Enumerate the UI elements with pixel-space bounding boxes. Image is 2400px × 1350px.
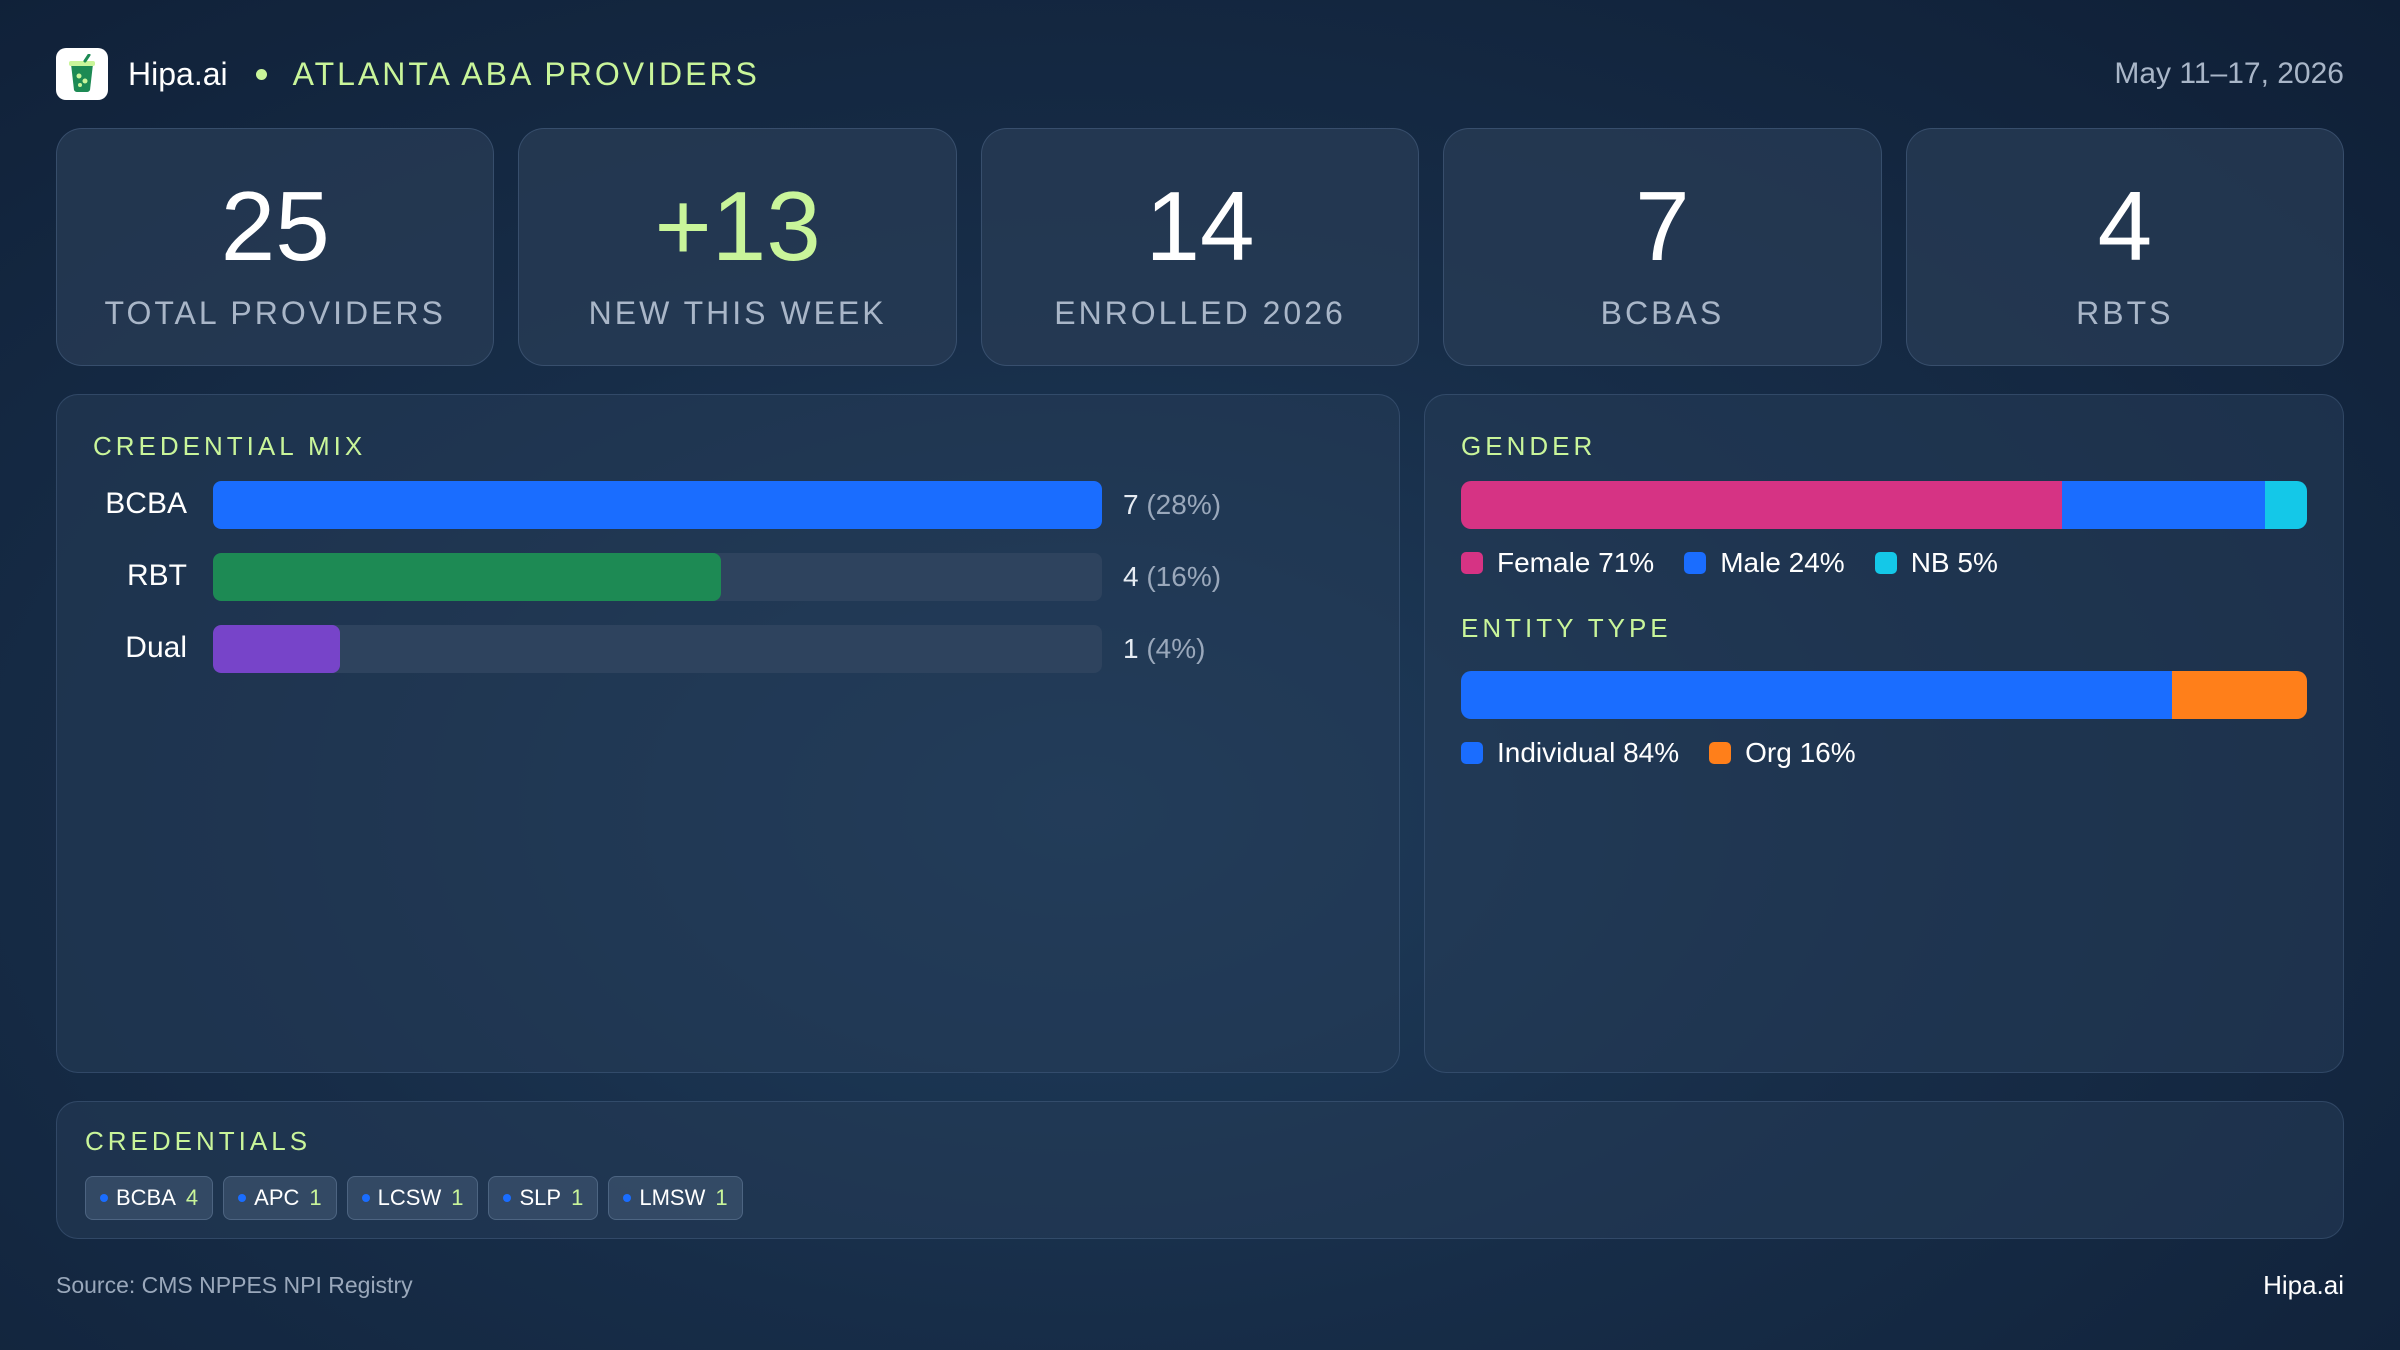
- credential-chips: BCBA 4 APC 1 LCSW 1 SLP 1 LMSW 1: [85, 1176, 743, 1220]
- credential-label: Dual: [125, 631, 187, 664]
- entity-legend: Individual 84% Org 16%: [1461, 737, 1886, 769]
- kpi-value: 14: [1145, 171, 1255, 281]
- credential-bar-track: [213, 553, 1102, 601]
- gender-title: GENDER: [1461, 431, 1597, 461]
- legend-label: Female 71%: [1497, 547, 1655, 578]
- legend-item-org: Org 16%: [1709, 737, 1856, 769]
- chip-dot: [100, 1194, 108, 1202]
- kpi-label: RBTS: [2076, 295, 2174, 331]
- credential-pct: (16%): [1146, 561, 1222, 592]
- date-range: May 11–17, 2026: [2114, 57, 2344, 90]
- credential-chip-apc[interactable]: APC 1: [223, 1176, 337, 1220]
- kpi-label: ENROLLED 2026: [1054, 295, 1346, 331]
- legend-item-male: Male 24%: [1684, 547, 1845, 579]
- credential-bar-track: [213, 625, 1102, 673]
- credential-count: 4: [1123, 561, 1139, 592]
- chip-dot: [503, 1194, 512, 1202]
- chip-name: LCSW: [377, 1185, 442, 1210]
- legend-item-female: Female 71%: [1461, 547, 1654, 579]
- chip-count: 1: [571, 1185, 584, 1210]
- chip-dot: [623, 1194, 632, 1202]
- credential-bar-track: [213, 481, 1102, 529]
- kpi-card-rbts: 4 RBTS: [1905, 128, 2345, 366]
- chip-name: APC: [254, 1185, 300, 1210]
- kpi-label: NEW THIS WEEK: [588, 295, 887, 331]
- chip-count: 1: [715, 1185, 728, 1210]
- legend-swatch: [1461, 552, 1483, 574]
- legend-swatch: [1874, 552, 1897, 574]
- legend-swatch: [1461, 742, 1483, 764]
- credential-value: 7 (28%): [1123, 489, 1221, 521]
- credential-chip-bcba[interactable]: BCBA 4: [85, 1176, 214, 1220]
- demographics-panel: GENDER Female 71% Male 24% NB 5% ENTITY …: [1424, 394, 2344, 1073]
- chip-name: LMSW: [639, 1185, 706, 1210]
- chip-dot: [361, 1194, 370, 1202]
- entity-segment-individual: [1461, 671, 2172, 719]
- kpi-value: +13: [654, 171, 821, 281]
- credential-chip-lmsw[interactable]: LMSW 1: [608, 1176, 743, 1220]
- credential-value: 4 (16%): [1123, 561, 1221, 593]
- credential-count: 1: [1123, 633, 1139, 664]
- credential-row-rbt: RBT 4 (16%): [57, 553, 1357, 601]
- kpi-row: 25 TOTAL PROVIDERS +13 NEW THIS WEEK 14 …: [56, 128, 2345, 366]
- separator-dot: [255, 68, 267, 80]
- credentials-panel: CREDENTIALS BCBA 4 APC 1 LCSW 1 SLP 1 LMSW 1: [56, 1101, 2344, 1239]
- credential-value: 1 (4%): [1123, 633, 1205, 665]
- chip-count: 1: [451, 1185, 464, 1210]
- entity-type-title: ENTITY TYPE: [1461, 613, 1672, 643]
- footer-brand: Hipa.ai: [2263, 1270, 2344, 1300]
- kpi-value: 25: [220, 171, 330, 281]
- legend-swatch: [1709, 742, 1732, 764]
- legend-label: NB 5%: [1910, 547, 1998, 578]
- kpi-label: TOTAL PROVIDERS: [104, 295, 446, 331]
- legend-item-nb: NB 5%: [1874, 547, 1998, 579]
- kpi-card-bcbas: 7 BCBAS: [1443, 128, 1882, 366]
- credential-row-dual: Dual 1 (4%): [57, 625, 1357, 673]
- kpi-value: 7: [1635, 171, 1690, 281]
- credential-pct: (28%): [1146, 489, 1222, 520]
- credential-row-bcba: BCBA 7 (28%): [57, 481, 1357, 529]
- gender-stacked-bar: [1461, 481, 2307, 529]
- credential-chip-lcsw[interactable]: LCSW 1: [346, 1176, 479, 1220]
- panel-title: CREDENTIAL MIX: [93, 431, 367, 461]
- source-note: Source: CMS NPPES NPI Registry: [56, 1272, 413, 1298]
- credential-pct: (4%): [1146, 633, 1206, 664]
- legend-label: Individual 84%: [1497, 737, 1680, 768]
- credential-chip-slp[interactable]: SLP 1: [488, 1176, 599, 1220]
- credential-count: 7: [1123, 489, 1139, 520]
- credential-bar-fill: [213, 481, 1102, 529]
- credential-mix-panel: CREDENTIAL MIX BCBA 7 (28%) RBT 4 (16%) …: [56, 394, 1400, 1073]
- gender-segment-male: [2061, 481, 2265, 529]
- chip-name: BCBA: [116, 1185, 176, 1210]
- chip-count: 4: [185, 1185, 199, 1210]
- header: Hipa.ai ATLANTA ABA PROVIDERS May 11–17,…: [56, 46, 2344, 102]
- kpi-card-new-this-week: +13 NEW THIS WEEK: [518, 128, 957, 366]
- page-title: ATLANTA ABA PROVIDERS: [292, 55, 760, 92]
- kpi-card-total-providers: 25 TOTAL PROVIDERS: [56, 128, 495, 366]
- kpi-label: BCBAS: [1600, 295, 1725, 331]
- legend-item-individual: Individual 84%: [1461, 737, 1679, 769]
- brand-name: Hipa.ai: [128, 55, 228, 92]
- entity-stacked-bar: [1461, 671, 2307, 719]
- legend-swatch: [1684, 552, 1707, 574]
- gender-segment-nb: [2264, 481, 2307, 529]
- cup-icon[interactable]: [56, 48, 108, 100]
- legend-label: Org 16%: [1745, 737, 1856, 768]
- kpi-card-enrolled-2026: 14 ENROLLED 2026: [980, 128, 1420, 366]
- credential-label: BCBA: [105, 487, 187, 520]
- panel-title: CREDENTIALS: [85, 1126, 312, 1156]
- credential-bar-fill: [213, 553, 721, 601]
- credential-bar-fill: [213, 625, 341, 673]
- kpi-value: 4: [2097, 171, 2153, 281]
- chip-count: 1: [309, 1185, 322, 1210]
- chip-name: SLP: [519, 1185, 562, 1210]
- gender-legend: Female 71% Male 24% NB 5%: [1461, 547, 2028, 579]
- credential-label: RBT: [127, 559, 187, 592]
- chip-dot: [238, 1194, 247, 1202]
- legend-label: Male 24%: [1720, 547, 1845, 578]
- gender-segment-female: [1461, 481, 2062, 529]
- entity-segment-org: [2171, 671, 2307, 719]
